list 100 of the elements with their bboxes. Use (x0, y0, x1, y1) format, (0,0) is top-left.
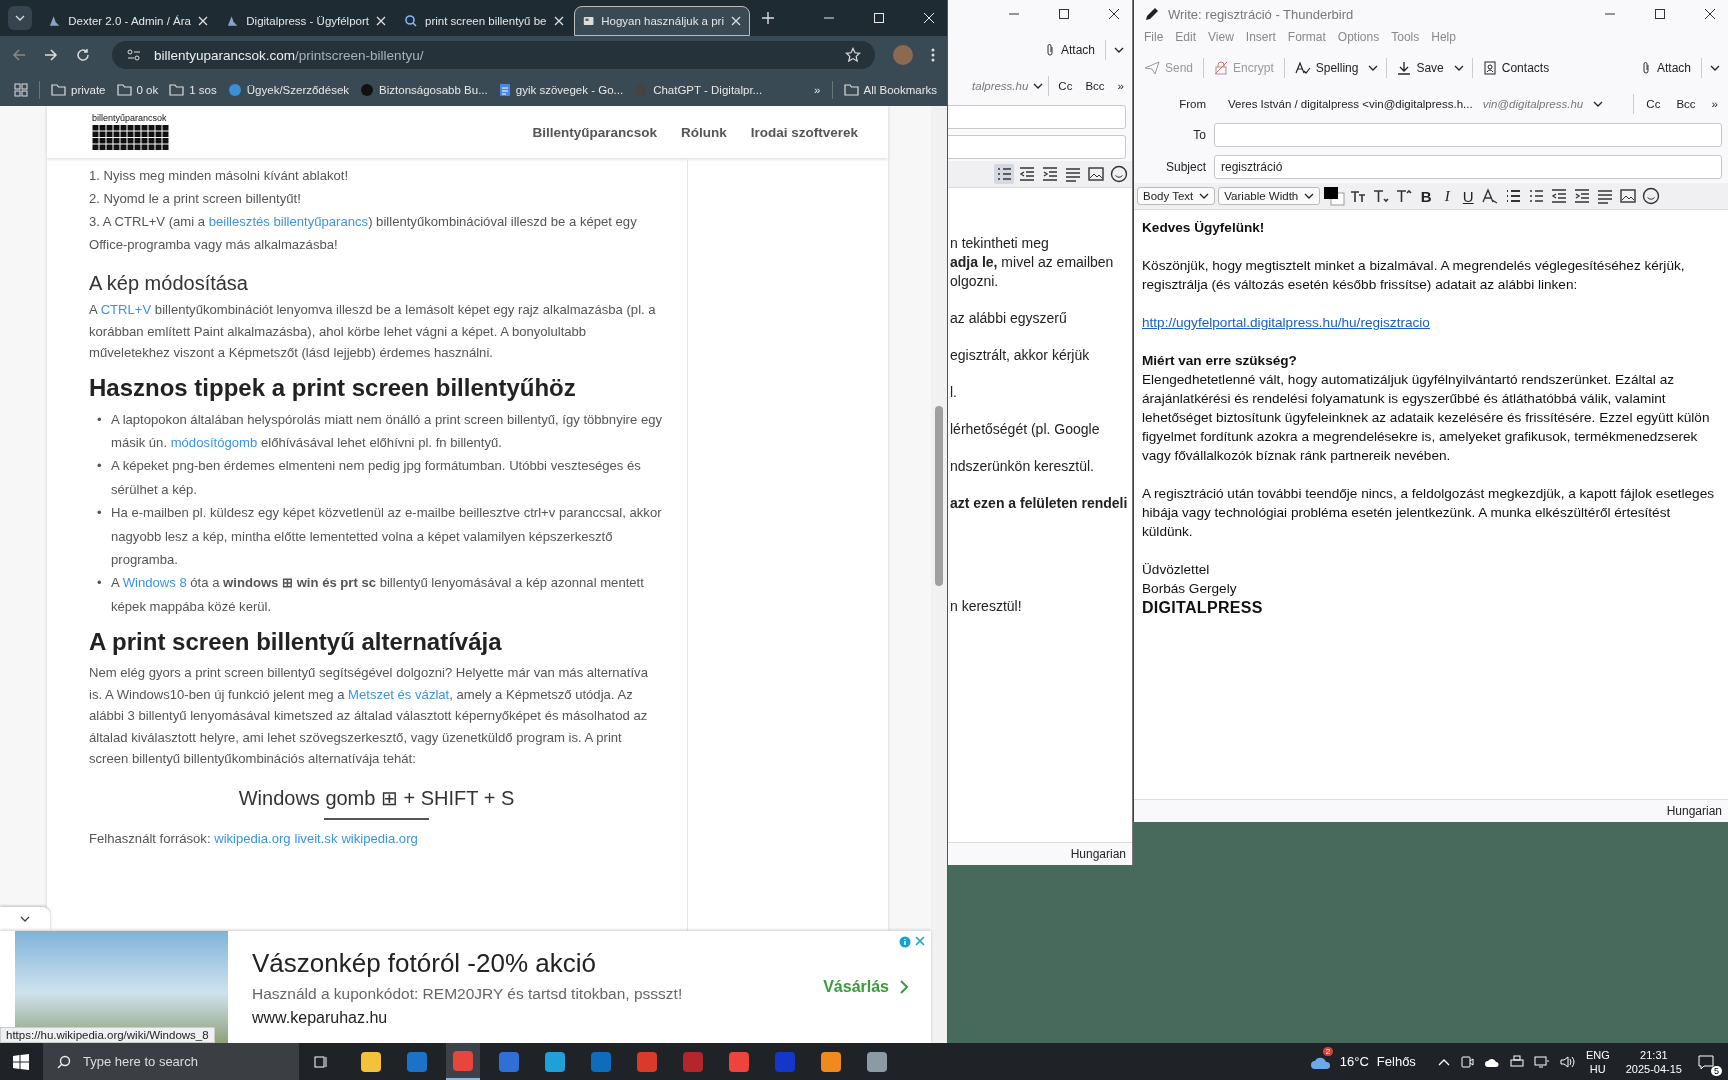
save-button[interactable]: Save (1395, 58, 1446, 78)
notification-badge: 5 (1711, 1065, 1722, 1076)
browser-tab[interactable]: Dexter 2.0 - Admin / Ára (40, 6, 216, 36)
apps-grid-icon[interactable] (14, 83, 28, 97)
site-settings-icon[interactable] (126, 48, 142, 62)
menu-item[interactable]: Edit (1175, 30, 1197, 44)
reload-icon[interactable] (76, 48, 90, 62)
menu-item[interactable]: Options (1337, 30, 1380, 44)
camera-icon[interactable] (1459, 1054, 1474, 1069)
text-style-button[interactable]: B (1417, 187, 1436, 205)
bookmark[interactable]: private (51, 84, 106, 96)
subject-field[interactable]: regisztráció (1214, 155, 1722, 179)
link[interactable]: http://ugyfelportal.digitalpress.hu/hu/regisztracio (1142, 315, 1430, 330)
maximize-icon[interactable] (1654, 8, 1666, 20)
font-dropdown[interactable]: Variable Width (1218, 187, 1321, 205)
recipient-field[interactable] (948, 105, 1126, 129)
text-color-icon[interactable] (1323, 186, 1346, 206)
more-button[interactable]: » (1113, 78, 1128, 94)
close-icon[interactable] (1704, 8, 1716, 20)
taskbar-app-button[interactable] (446, 1043, 480, 1080)
browser-tab[interactable]: print screen billentyű be (396, 6, 572, 36)
start-icon[interactable] (13, 1053, 29, 1070)
notification-icon[interactable] (1698, 1053, 1714, 1070)
body-text: olgozni. (950, 272, 1000, 291)
menu-item[interactable]: Format (1287, 30, 1326, 44)
bookmark[interactable]: gyik szövegek - Go... (498, 83, 624, 97)
bookmark[interactable]: ChatGPT - Digitalpr... (634, 83, 763, 97)
language-indicator[interactable]: Hungarian (1666, 804, 1722, 818)
bookmark[interactable]: All Bookmarks (843, 84, 937, 96)
browser-tab[interactable]: Digitalpress - Ügyfélport (218, 6, 394, 36)
pencil-icon (1144, 6, 1160, 22)
site-icon (227, 83, 242, 97)
bookmark[interactable]: 0 ok (116, 84, 159, 96)
clock[interactable]: 21:31 2025-04-15 (1625, 1047, 1682, 1076)
more-button[interactable]: » (1707, 96, 1722, 112)
body-paragraph: A regisztráció után további teendője nincs, a feldolgozást megkezdjük, a kapott fájlok esetleges hibája vagy technológiai probléma esetén jelentkezünk. A munka elkészültéről értesítést küldünk. (1142, 485, 1716, 541)
bcc-button[interactable]: Bcc (1081, 78, 1109, 94)
speaker-icon[interactable] (1559, 1054, 1576, 1069)
emoji-icon[interactable] (1109, 164, 1129, 184)
network-icon[interactable] (1533, 1054, 1550, 1069)
numbered-list-icon[interactable] (994, 164, 1014, 184)
menu-icon[interactable] (931, 48, 935, 62)
menu-item[interactable]: Insert (1245, 30, 1276, 44)
emoji-icon[interactable] (1641, 186, 1662, 206)
body-paragraph: Köszönjük, hogy megtisztelt minket a bizalmával. A megrendelés véglegesítéséhez kérjük, regisztrálja (és változás esetén később frissítse) adatait az alábbi linken: (1142, 257, 1686, 294)
close-icon[interactable] (1108, 8, 1120, 20)
keyboard-icon (92, 125, 170, 151)
from-label: From (1178, 98, 1206, 110)
indent-icon[interactable] (1040, 164, 1060, 184)
to-field[interactable] (1214, 123, 1722, 147)
dropdown-caret-icon (1114, 47, 1124, 53)
tab-search-button[interactable] (8, 6, 32, 30)
back-icon[interactable] (12, 48, 26, 62)
outdent-icon[interactable] (1017, 164, 1037, 184)
text-style-button[interactable]: U (1459, 187, 1478, 205)
scrollbar[interactable] (931, 106, 947, 1043)
maximize-icon[interactable] (1058, 8, 1070, 20)
bookmark[interactable]: Biztonságosabb Bu... (360, 83, 488, 97)
input-language[interactable]: ENG HU (1585, 1047, 1610, 1076)
forward-icon[interactable] (44, 48, 58, 62)
attach-button[interactable]: Attach (1041, 40, 1097, 60)
printer-icon[interactable] (1509, 1054, 1524, 1069)
site-icon (226, 14, 240, 28)
menu-item[interactable]: Help (1431, 30, 1456, 44)
nav-link[interactable]: Billentyűparancsok (532, 124, 657, 140)
paragraph-style-dropdown[interactable]: Body Text (1137, 187, 1216, 205)
weather-widget[interactable]: 2 16°C Felhős (1307, 1044, 1416, 1079)
cc-button[interactable]: Cc (1642, 96, 1665, 112)
task-view-icon[interactable] (313, 1053, 329, 1070)
attach-button[interactable]: Attach (1637, 58, 1693, 78)
search-field[interactable]: Type here to search (43, 1043, 299, 1080)
menu-item[interactable]: View (1208, 30, 1234, 44)
nav-link[interactable]: Irodai szoftverek (750, 124, 858, 140)
bookmark[interactable]: 1 sos (169, 84, 217, 96)
paper-plane-icon (1144, 61, 1160, 75)
info-icon[interactable] (899, 936, 911, 948)
more-bookmarks-button[interactable]: » (814, 84, 821, 96)
paragraph: Felhasznált források: wikipedia.org liveit.sk wikipedia.org (89, 829, 419, 848)
spelling-button[interactable]: Spelling (1292, 58, 1361, 78)
image-icon[interactable] (1618, 186, 1639, 206)
language-indicator[interactable]: Hungarian (1070, 847, 1126, 861)
star-icon[interactable] (845, 47, 861, 63)
new-tab-icon[interactable] (762, 12, 774, 24)
image-icon[interactable] (1086, 164, 1106, 184)
contacts-button[interactable]: Contacts (1480, 58, 1552, 78)
ad-cta-button[interactable]: Vásárlás (823, 978, 909, 996)
browser-tab[interactable]: Hogyan használjuk a pri (574, 6, 750, 36)
bcc-button[interactable]: Bcc (1672, 96, 1700, 112)
url-text: billentyuparancsok.com/printscreen-billentyu/ (154, 47, 424, 63)
address-bar[interactable]: billentyuparancsok.com/printscreen-billentyu/ (112, 41, 875, 69)
body-text: l. (950, 383, 958, 402)
folder-icon (843, 84, 859, 96)
bookmark[interactable]: Ügyek/Szerződések (227, 83, 350, 97)
nav-link[interactable]: Rólunk (680, 124, 727, 140)
chevron-up-icon[interactable] (1437, 1057, 1450, 1066)
subject-field[interactable] (948, 135, 1126, 159)
cc-button[interactable]: Cc (1054, 78, 1077, 94)
text-style-button[interactable]: I (1438, 187, 1457, 205)
from-dropdown[interactable]: Veres István / digitalpress <vin@digitalpress.h... vin@digitalpress.hu (1214, 98, 1626, 110)
menu-item[interactable]: Tools (1391, 30, 1420, 44)
